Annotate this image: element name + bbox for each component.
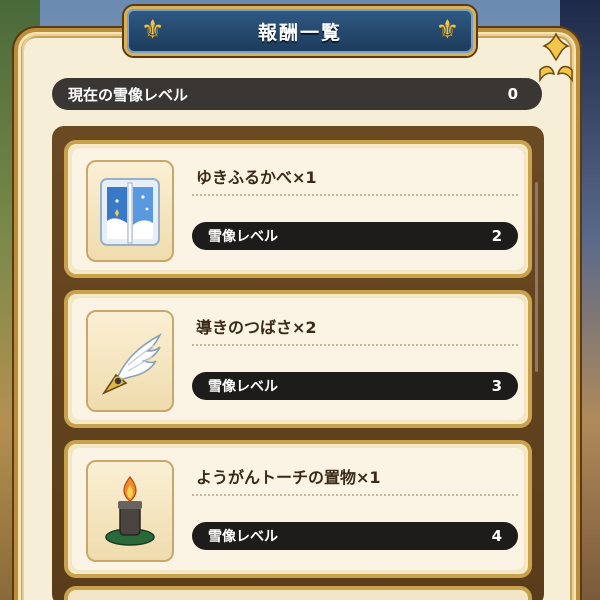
- reward-icon-frame: [86, 460, 174, 562]
- reward-card-body: ようがんトーチの置物×1 雪像レベル 4: [72, 448, 524, 570]
- required-level-label: 雪像レベル: [208, 529, 278, 545]
- reward-icon-frame: [86, 310, 174, 412]
- divider: [192, 344, 518, 346]
- current-level-bar: 現在の雪像レベル 0: [52, 78, 542, 110]
- required-level-label: 雪像レベル: [208, 379, 278, 395]
- corner-ornament-icon: [539, 32, 573, 83]
- scrollbar[interactable]: [535, 182, 538, 372]
- lava-torch-figurine-icon: [105, 476, 155, 546]
- required-level-pill: 雪像レベル 4: [192, 522, 518, 550]
- required-level-pill: 雪像レベル 3: [192, 372, 518, 400]
- reward-card[interactable]: ゆきふるかべ×1 雪像レベル 2: [64, 140, 532, 278]
- snowy-wall-icon: [100, 178, 160, 246]
- title-banner: ⚜ 報酬一覧 ⚜: [124, 6, 476, 56]
- required-level-value: 2: [491, 227, 502, 245]
- reward-card[interactable]: 導きのつばさ×2 雪像レベル 3: [64, 290, 532, 428]
- fleur-de-lis-icon: ⚜: [141, 15, 165, 45]
- page-title: 報酬一覧: [257, 21, 342, 44]
- required-level-value: 4: [491, 527, 502, 545]
- reward-card-body: 導きのつばさ×2 雪像レベル 3: [72, 298, 524, 420]
- required-level-value: 3: [491, 377, 502, 395]
- guiding-wing-icon: [101, 333, 162, 395]
- reward-card-partial[interactable]: [64, 586, 532, 600]
- required-level-pill: 雪像レベル 2: [192, 222, 518, 250]
- reward-card[interactable]: ようがんトーチの置物×1 雪像レベル 4: [64, 440, 532, 578]
- divider: [192, 194, 518, 196]
- current-level-value: 0: [507, 85, 518, 103]
- reward-name: 導きのつばさ×2: [196, 318, 317, 337]
- divider: [192, 494, 518, 496]
- required-level-label: 雪像レベル: [208, 229, 278, 245]
- reward-name: ゆきふるかべ×1: [196, 168, 317, 187]
- current-level-label: 現在の雪像レベル: [68, 85, 189, 104]
- reward-card-body: ゆきふるかべ×1 雪像レベル 2: [72, 148, 524, 270]
- reward-icon-frame: [86, 160, 174, 262]
- fleur-de-lis-icon: ⚜: [435, 15, 459, 45]
- reward-name: ようがんトーチの置物×1: [196, 468, 381, 487]
